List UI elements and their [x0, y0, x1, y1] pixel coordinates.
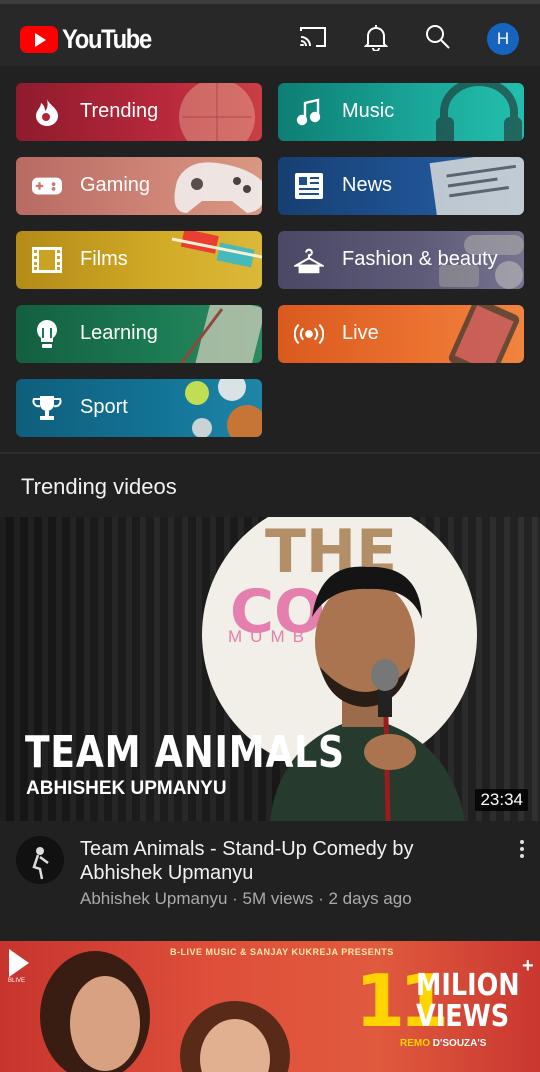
trophy-icon [32, 393, 62, 423]
music-note-icon [294, 97, 324, 127]
video-thumbnail[interactable]: THE CO MUMB TEAM ANIMALS ABHISHEK UPMANY… [0, 517, 540, 821]
account-avatar[interactable]: H [487, 23, 519, 55]
chip-label: Films [80, 248, 128, 270]
chip-label: Music [342, 100, 395, 122]
credit-name-a: REMO [400, 1038, 430, 1049]
film-strip-icon [32, 245, 62, 275]
youtube-logo[interactable]: YouTube [20, 24, 163, 55]
notebook-decoration-icon [179, 305, 262, 363]
video-info[interactable]: Team Animals - Stand-Up Comedy by Abhish… [0, 821, 540, 941]
section-title: Trending videos [21, 474, 177, 499]
plus-sign: + [522, 955, 534, 977]
search-icon[interactable] [423, 22, 453, 52]
chip-label: Live [342, 322, 379, 344]
channel-avatar[interactable] [16, 836, 64, 884]
chip-music[interactable]: Music [278, 83, 524, 141]
youtube-play-logo-icon [20, 26, 58, 53]
chip-news[interactable]: News [278, 157, 524, 215]
flame-icon [32, 97, 62, 127]
lightbulb-icon [32, 319, 62, 349]
headphones-decoration-icon [436, 83, 522, 141]
thumbnail-presents-text: B-LIVE MUSIC & SANJAY KUKREJA PRESENTS [170, 947, 394, 957]
chip-gaming[interactable]: Gaming [16, 157, 262, 215]
chip-label: News [342, 174, 393, 196]
live-broadcast-icon [294, 319, 324, 349]
newspaper-icon [294, 171, 324, 201]
chip-label: Sport [80, 396, 128, 418]
views-text: VIEWS [416, 999, 510, 1034]
chip-label: Learning [80, 322, 158, 344]
top-app-bar: YouTube H [0, 0, 540, 66]
singer-face [70, 976, 140, 1071]
video-metadata: Abhishek Upmanyu · 5M views · 2 days ago [80, 889, 412, 908]
chip-label: Fashion & beauty [342, 248, 498, 270]
hanger-icon [294, 245, 324, 275]
blive-logo-text: BLIVE [8, 978, 26, 984]
chip-sport[interactable]: Sport [16, 379, 262, 437]
video-thumbnail[interactable]: BLIVE B-LIVE MUSIC & SANJAY KUKREJA PRES… [0, 941, 540, 1072]
chip-label: Trending [80, 100, 159, 122]
section-divider [0, 452, 540, 454]
views-text-milion: MILION [416, 968, 520, 1003]
chip-label: Gaming [80, 174, 151, 196]
3d-glasses-decoration-icon [171, 231, 262, 268]
video-title[interactable]: Team Animals - Stand-Up Comedy by Abhish… [80, 837, 480, 885]
chip-trending[interactable]: Trending [16, 83, 262, 141]
comedian-figure [270, 566, 465, 821]
more-options-icon[interactable] [512, 837, 532, 861]
phone-decoration-icon [448, 305, 520, 363]
newspaper-decoration-icon [429, 157, 524, 215]
chip-live[interactable]: Live [278, 305, 524, 363]
balls-decoration-icon [185, 379, 262, 437]
logo-text: YouTube [62, 24, 152, 54]
chip-fashion-beauty[interactable]: Fashion & beauty [278, 231, 524, 289]
chip-films[interactable]: Films [16, 231, 262, 289]
bell-icon[interactable] [361, 22, 391, 52]
credit-text: REMO D'SOUZA'S [400, 1038, 486, 1049]
thumbnail-title-text: TEAM ANIMALS [25, 727, 345, 778]
game-controller-decoration-icon [174, 162, 262, 213]
thumbnail-subtitle-text: ABHISHEK UPMANYU [26, 778, 227, 799]
gamepad-icon [32, 171, 62, 201]
explore-grid: Trending Music Gaming News Films Fashion… [0, 66, 540, 453]
cast-icon[interactable] [298, 22, 328, 52]
credit-name-b: D'SOUZA'S [432, 1038, 487, 1049]
duration-badge: 23:34 [475, 789, 528, 811]
globe-decoration-icon [179, 83, 255, 141]
chip-learning[interactable]: Learning [16, 305, 262, 363]
